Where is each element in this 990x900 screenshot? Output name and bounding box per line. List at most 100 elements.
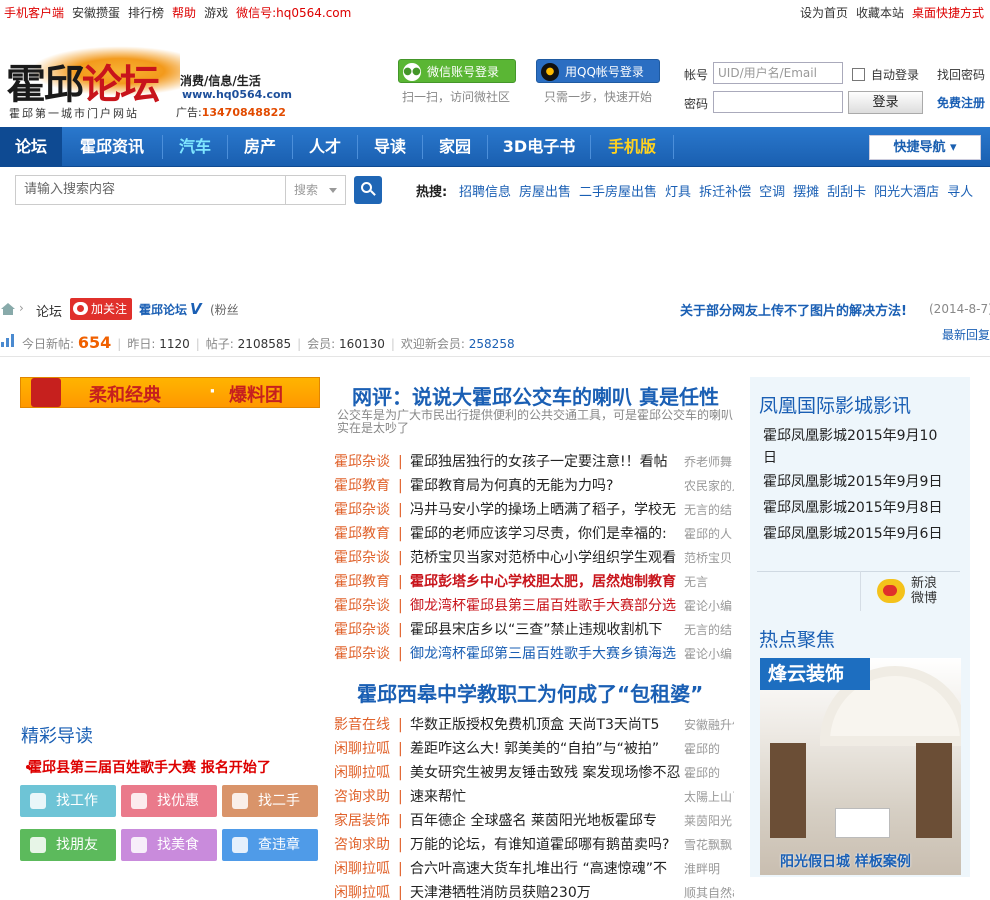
thread-title-link[interactable]: 霍邱的老师应该学习尽责，你们是幸福的: <box>410 522 667 546</box>
thread-title-link[interactable]: 霍邱独居独行的女孩子一定要注意!！看帖 <box>410 450 668 474</box>
thread-title-link[interactable]: 霍邱教育局为何真的无能为力吗? <box>410 474 613 498</box>
cinema-listing-link[interactable]: 霍邱凤凰影城2015年9月9日 <box>763 471 943 493</box>
promo-banner[interactable]: 柔和经典 · 爆料团 <box>20 377 320 408</box>
nav-item-home[interactable]: 家园 <box>423 127 487 167</box>
top-link-anhui-game[interactable]: 安徽攒蛋 <box>72 6 120 20</box>
thread-title-link[interactable]: 百年德企 全球盛名 莱茵阳光地板霍邱专 <box>410 809 657 833</box>
thread-author-link[interactable]: 顺其自然a <box>684 881 734 900</box>
thread-author-link[interactable]: 安徽融升信 <box>684 713 734 737</box>
newest-member-link[interactable]: 258258 <box>469 337 515 351</box>
quick-find-friends-button[interactable]: 找朋友 <box>20 829 116 861</box>
thread-title-link[interactable]: 范桥宝贝当家对范桥中心小学组织学生观看 <box>410 546 676 570</box>
thread-category-link[interactable]: 影音在线 <box>334 713 390 737</box>
thread-title-link[interactable]: 合六叶高速大货车扎堆出行 “高速惊魂”不 <box>410 857 667 881</box>
home-icon[interactable] <box>1 303 15 315</box>
forgot-password-link[interactable]: 找回密码 <box>937 66 985 83</box>
thread-author-link[interactable]: 太陽上山了 <box>684 785 734 809</box>
thread-category-link[interactable]: 闲聊拉呱 <box>334 761 390 785</box>
top-link-desktop-shortcut[interactable]: 桌面快捷方式 <box>912 6 984 20</box>
account-input[interactable]: UID/用户名/Email <box>713 62 843 84</box>
nav-item-housing[interactable]: 房产 <box>228 127 292 167</box>
search-type-select[interactable]: 搜索 <box>285 175 346 205</box>
nav-item-mobile[interactable]: 手机版 <box>591 127 673 167</box>
thread-category-link[interactable]: 霍邱杂谈 <box>334 546 390 570</box>
thread-title-link[interactable]: 美女研究生被男友锤击致残 案发现场惨不忍 <box>410 761 680 785</box>
featured-reading-link[interactable]: 霍邱县第三届百姓歌手大赛 报名开始了 <box>26 757 271 777</box>
top-link-bookmark[interactable]: 收藏本站 <box>856 6 904 20</box>
thread-author-link[interactable]: 淮畔明 <box>684 857 734 881</box>
headline-1[interactable]: 网评：说说大霍邱公交车的喇叭 真是任性 <box>352 381 719 410</box>
thread-author-link[interactable]: 霍论小编 <box>684 642 734 666</box>
latest-replies-link[interactable]: 最新回复 <box>942 326 990 343</box>
cinema-section-title[interactable]: 凤凰国际影城影讯 <box>759 391 911 418</box>
thread-title-link[interactable]: 御龙湾杯霍邱县第三届百姓歌手大赛部分选 <box>410 594 676 618</box>
register-link[interactable]: 免费注册 <box>937 94 985 111</box>
password-input[interactable] <box>713 91 843 113</box>
quick-check-violations-button[interactable]: 查违章 <box>222 829 318 861</box>
thread-author-link[interactable]: 霍邱的 <box>684 737 734 761</box>
nav-item-guide[interactable]: 导读 <box>358 127 422 167</box>
thread-category-link[interactable]: 霍邱教育 <box>334 570 390 594</box>
auto-login-label[interactable]: 自动登录 <box>871 66 919 83</box>
qq-login-button[interactable]: ● 用QQ帐号登录 <box>536 59 660 83</box>
quick-find-food-button[interactable]: 找美食 <box>121 829 217 861</box>
thread-title-link[interactable]: 华数正版授权免费机顶盒 天尚T3天尚T5 <box>410 713 659 737</box>
hot-search-link[interactable]: 房屋出售 <box>519 185 571 200</box>
announcement-link[interactable]: 关于部分网友上传不了图片的解决方法! <box>680 300 907 319</box>
thread-category-link[interactable]: 家居装饰 <box>334 809 390 833</box>
thread-title-link[interactable]: 万能的论坛，有谁知道霍邱哪有鹅苗卖吗? <box>410 833 669 857</box>
thread-author-link[interactable]: 雪花飘飘 <box>684 833 734 857</box>
auto-login-checkbox[interactable] <box>852 68 865 81</box>
hot-search-link[interactable]: 刮刮卡 <box>827 185 866 200</box>
quick-find-job-button[interactable]: 找工作 <box>20 785 116 817</box>
thread-title-link[interactable]: 天津港牺牲消防员获赔230万 <box>410 881 591 900</box>
thread-category-link[interactable]: 闲聊拉呱 <box>334 857 390 881</box>
thread-category-link[interactable]: 霍邱杂谈 <box>334 450 390 474</box>
thread-author-link[interactable]: 乔老师舞 <box>684 450 734 474</box>
quick-find-deals-button[interactable]: 找优惠 <box>121 785 217 817</box>
thread-category-link[interactable]: 咨询求助 <box>334 833 390 857</box>
top-link-mobile-client[interactable]: 手机客户端 <box>4 6 64 20</box>
sina-weibo-link[interactable]: 新浪微博 <box>860 571 960 611</box>
login-button[interactable]: 登录 <box>848 91 923 114</box>
decoration-ad-image[interactable]: 烽云装饰 阳光假日城 样板案例 <box>760 658 961 875</box>
top-link-help[interactable]: 帮助 <box>172 6 196 20</box>
thread-author-link[interactable]: 无言 <box>684 570 734 594</box>
nav-item-auto[interactable]: 汽车 <box>163 127 227 167</box>
hot-search-link[interactable]: 摆摊 <box>793 185 819 200</box>
thread-author-link[interactable]: 霍邱的人 <box>684 522 734 546</box>
quick-find-secondhand-button[interactable]: 找二手 <box>222 785 318 817</box>
thread-title-link[interactable]: 差距咋这么大! 郭美美的“自拍”与“被拍” <box>410 737 659 761</box>
thread-title-link[interactable]: 霍邱彭塔乡中心学校胆太肥，居然炮制教育 <box>410 570 676 594</box>
breadcrumb-forum[interactable]: 论坛 <box>36 301 62 320</box>
hot-search-link[interactable]: 寻人 <box>947 185 973 200</box>
cinema-listing-link[interactable]: 霍邱凤凰影城2015年9月10日 <box>763 425 943 469</box>
nav-item-forum[interactable]: 论坛 <box>0 127 62 167</box>
thread-category-link[interactable]: 霍邱教育 <box>334 522 390 546</box>
thread-category-link[interactable]: 咨询求助 <box>334 785 390 809</box>
thread-category-link[interactable]: 霍邱杂谈 <box>334 618 390 642</box>
cinema-listing-link[interactable]: 霍邱凤凰影城2015年9月6日 <box>763 523 943 545</box>
thread-category-link[interactable]: 霍邱杂谈 <box>334 498 390 522</box>
wechat-login-button[interactable]: ●● 微信账号登录 <box>398 59 516 83</box>
thread-category-link[interactable]: 霍邱杂谈 <box>334 642 390 666</box>
thread-category-link[interactable]: 霍邱杂谈 <box>334 594 390 618</box>
thread-title-link[interactable]: 御龙湾杯霍邱第三届百姓歌手大赛乡镇海选 <box>410 642 676 666</box>
site-logo[interactable]: 霍邱论坛 消费/信息/生活 www.hq0564.com 霍邱第一城市门户网站 … <box>0 38 292 124</box>
search-input[interactable]: 请输入搜索内容 <box>15 175 285 205</box>
nav-item-jobs[interactable]: 人才 <box>293 127 357 167</box>
weibo-follow-button[interactable]: 加关注 <box>70 298 132 320</box>
nav-item-news[interactable]: 霍邱资讯 <box>62 127 162 167</box>
thread-author-link[interactable]: 范桥宝贝 <box>684 546 734 570</box>
thread-category-link[interactable]: 闲聊拉呱 <box>334 737 390 761</box>
thread-title-link[interactable]: 冯井马安小学的操场上晒满了稻子，学校无 <box>410 498 676 522</box>
thread-author-link[interactable]: 无言的结 <box>684 618 734 642</box>
hot-search-link[interactable]: 阳光大酒店 <box>874 185 939 200</box>
headline-2[interactable]: 霍邱西皋中学教职工为何成了“包租婆” <box>357 678 703 707</box>
top-link-wechat-id[interactable]: 微信号:hq0564.com <box>236 6 351 20</box>
quick-nav-dropdown[interactable]: 快捷导航 ▾ <box>869 135 981 160</box>
hot-search-link[interactable]: 招聘信息 <box>459 185 511 200</box>
hot-search-link[interactable]: 空调 <box>759 185 785 200</box>
weibo-account-name[interactable]: 霍邱论坛 <box>139 301 187 318</box>
thread-author-link[interactable]: 莱茵阳光 <box>684 809 734 833</box>
